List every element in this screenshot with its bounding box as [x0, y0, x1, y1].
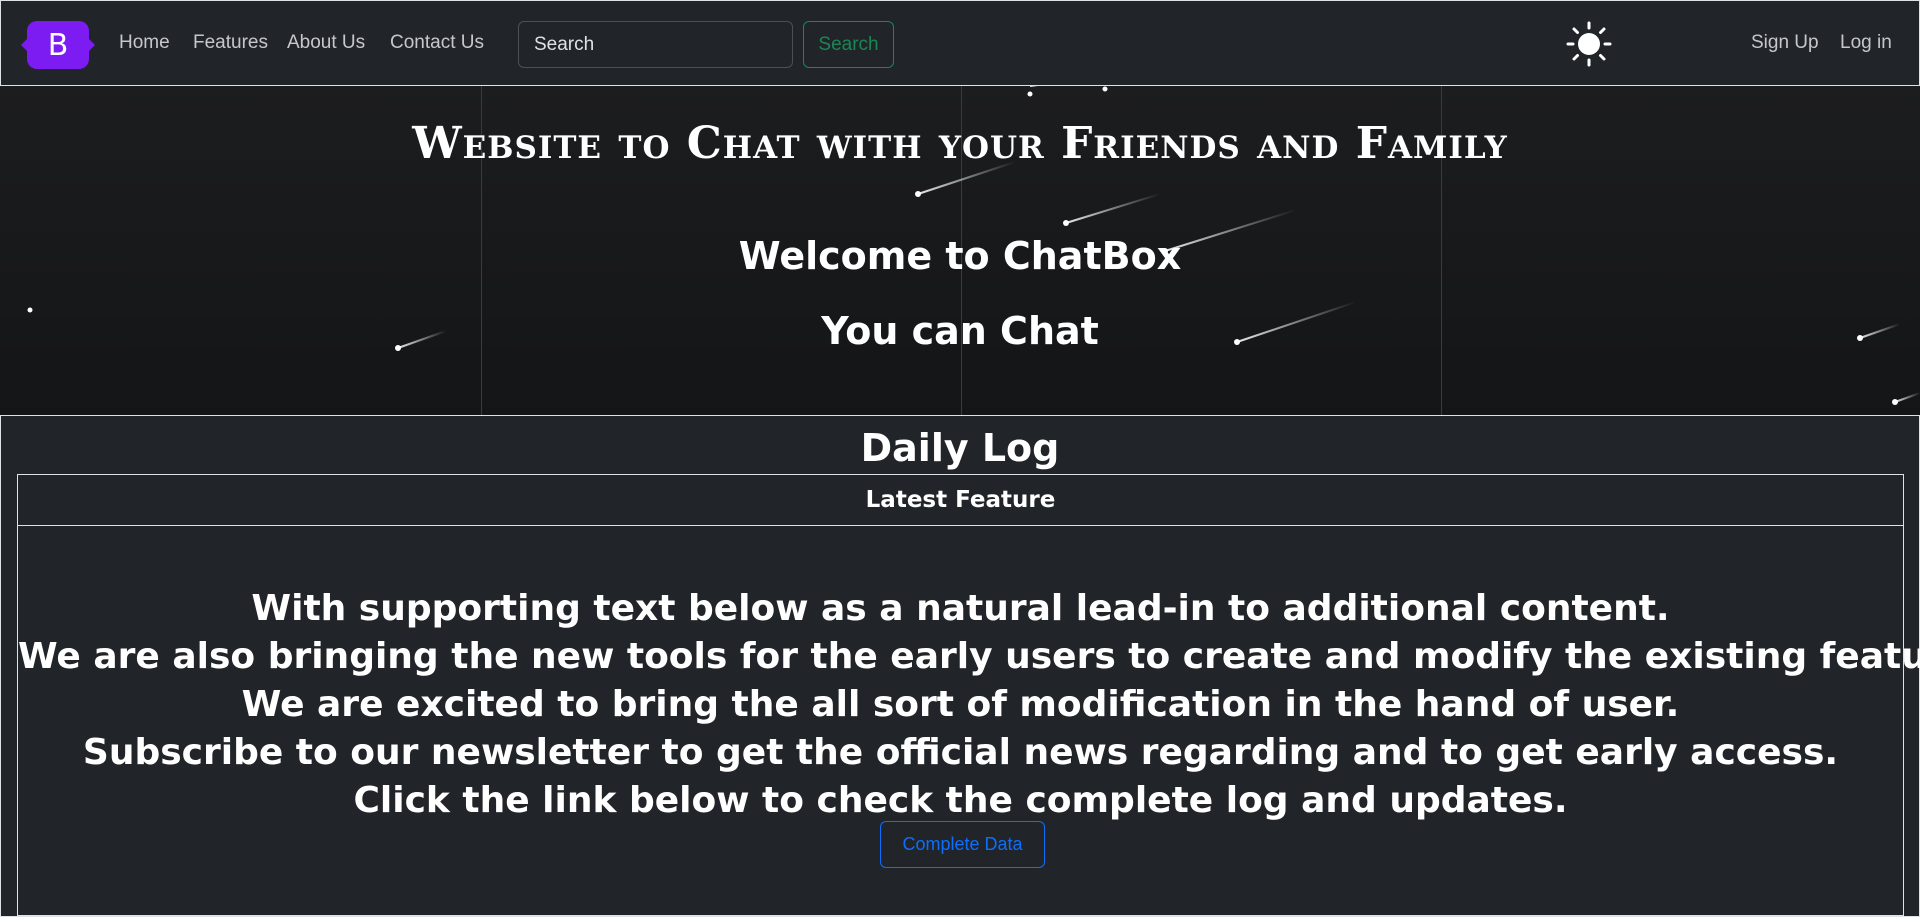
card-text-line: We are also bringing the new tools for t…	[18, 636, 1920, 677]
nav-link-features[interactable]: Features	[193, 32, 268, 54]
latest-feature-card: Latest Feature With supporting text belo…	[17, 474, 1920, 916]
navbar: B Home Features About Us Contact Us Sear…	[0, 0, 1920, 86]
search-input[interactable]	[518, 21, 793, 68]
search-button[interactable]: Search	[803, 21, 894, 68]
card-text-line: With supporting text below as a natural …	[251, 588, 1670, 629]
nav-link-contact-us[interactable]: Contact Us	[390, 32, 484, 54]
nav-link-home[interactable]: Home	[119, 32, 170, 54]
brand-letter: B	[47, 27, 69, 63]
nav-link-about-us[interactable]: About Us	[287, 32, 365, 54]
log-in-link[interactable]: Log in	[1840, 32, 1892, 54]
card-text-line: Subscribe to our newsletter to get the o…	[82, 732, 1839, 773]
sun-icon[interactable]	[1566, 21, 1612, 67]
daily-log-section: Daily Log Latest Feature With supporting…	[0, 415, 1920, 917]
hero-banner: Website to Chat with your Friends and Fa…	[0, 86, 1920, 416]
card-header: Latest Feature	[18, 475, 1903, 526]
hero-welcome: Welcome to ChatBox	[738, 234, 1182, 278]
daily-log-title: Daily Log	[860, 426, 1060, 470]
card-body: With supporting text below as a natural …	[18, 585, 1920, 825]
complete-data-button[interactable]: Complete Data	[880, 821, 1045, 868]
hero-tagline: You can Chat	[821, 309, 1099, 353]
card-text-line: Click the link below to check the comple…	[353, 780, 1568, 821]
hero-title: Website to Chat with your Friends and Fa…	[412, 118, 1508, 169]
sign-up-link[interactable]: Sign Up	[1751, 32, 1819, 54]
card-text-line: We are excited to bring the all sort of …	[241, 684, 1680, 725]
brand-logo[interactable]: B	[21, 21, 95, 69]
